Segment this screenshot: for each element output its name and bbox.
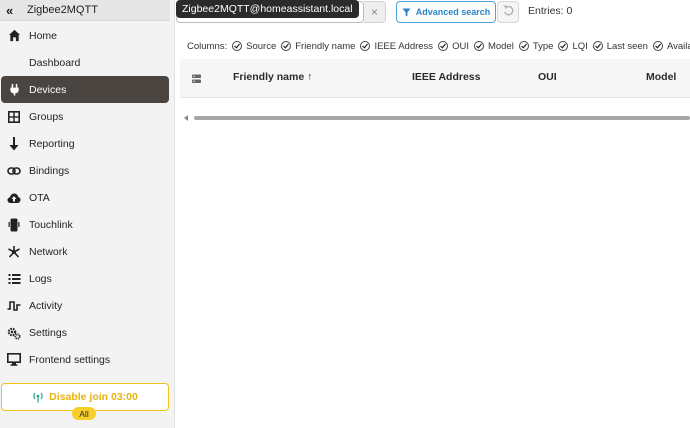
sidebar-item-ota[interactable]: OTA <box>1 184 169 211</box>
sidebar-item-label: Devices <box>29 83 67 96</box>
sidebar-item-touchlink[interactable]: Touchlink <box>1 211 169 238</box>
gears-icon <box>7 326 21 340</box>
sidebar-item-reporting[interactable]: Reporting <box>1 130 169 157</box>
cloud-upload-icon <box>7 191 21 205</box>
grid-icon <box>7 110 21 124</box>
column-toggle-last-seen[interactable]: Last seen <box>592 40 648 52</box>
list-icon <box>7 272 21 286</box>
scroll-left-icon[interactable] <box>184 115 188 121</box>
home-icon <box>7 29 21 43</box>
column-toggle-source[interactable]: Source <box>232 41 276 52</box>
check-icon <box>232 41 243 51</box>
table-horizontal-scrollbar[interactable] <box>180 110 690 126</box>
sidebar-item-devices[interactable]: Devices <box>1 76 169 103</box>
sidebar-item-label: Reporting <box>29 137 75 150</box>
sidebar-item-label: OTA <box>29 191 50 204</box>
collapse-icon[interactable]: « <box>6 4 20 17</box>
scrollbar-thumb[interactable] <box>194 116 690 120</box>
column-header-ieee-address[interactable]: IEEE Address <box>412 71 480 83</box>
devices-table-header: Friendly name ↑ IEEE Address OUI Model <box>180 59 690 98</box>
check-icon <box>360 41 371 51</box>
database-icon[interactable] <box>192 71 201 89</box>
column-toggle-label: Type <box>532 40 554 52</box>
column-toggle-label: Model <box>487 40 514 52</box>
plug-icon <box>7 83 21 97</box>
column-toggle-friendly-name[interactable]: Friendly name <box>281 41 355 52</box>
sidebar: « Zigbee2MQTT Home Dashboard Devices Gro… <box>0 0 175 428</box>
app-title: Zigbee2MQTT <box>27 4 98 16</box>
sidebar-item-label: Bindings <box>29 164 70 177</box>
column-toggle-lqi[interactable]: LQI <box>558 40 588 52</box>
reset-icon <box>503 3 514 21</box>
column-toggle-label: Availability <box>666 40 690 52</box>
app-title-bar[interactable]: « Zigbee2MQTT <box>0 0 170 21</box>
host-tooltip: Zigbee2MQTT@homeassistant.local <box>176 0 359 18</box>
sidebar-item-network[interactable]: Network <box>1 238 169 265</box>
check-icon <box>281 41 292 51</box>
sidebar-item-label: Network <box>29 245 68 258</box>
column-toggle-availability[interactable]: Availability <box>652 40 690 52</box>
sidebar-item-dashboard[interactable]: Dashboard <box>1 49 169 76</box>
check-icon <box>558 41 569 51</box>
pulse-icon <box>7 299 21 313</box>
entries-count: Entries: 0 <box>528 5 573 17</box>
sidebar-item-label: Groups <box>29 110 64 123</box>
sidebar-item-frontend-settings[interactable]: Frontend settings <box>1 346 169 373</box>
column-toggle-label: IEEE Address <box>374 40 434 52</box>
sidebar-item-settings[interactable]: Settings <box>1 319 169 346</box>
sidebar-item-bindings[interactable]: Bindings <box>1 157 169 184</box>
check-icon <box>438 41 449 51</box>
column-toggle-model[interactable]: Model <box>473 40 514 52</box>
filter-icon <box>402 7 411 17</box>
column-toggle-label: Last seen <box>606 40 648 52</box>
advanced-search-label: Advanced search <box>415 7 491 17</box>
sidebar-item-label: Dashboard <box>29 56 81 69</box>
sidebar-nav: Home Dashboard Devices Groups Reporting <box>0 22 174 373</box>
check-icon <box>518 41 529 51</box>
join-target-badge[interactable]: All <box>72 407 96 420</box>
column-toggle-label: OUI <box>452 40 469 52</box>
sidebar-item-activity[interactable]: Activity <box>1 292 169 319</box>
monitor-icon <box>7 353 21 367</box>
antenna-icon <box>32 391 44 403</box>
sidebar-item-label: Activity <box>29 299 63 312</box>
arrow-down-icon <box>7 136 21 151</box>
clear-search-button[interactable]: × <box>364 1 386 23</box>
sidebar-item-label: Home <box>29 29 58 42</box>
check-icon <box>473 41 484 51</box>
sidebar-item-label: Touchlink <box>29 218 73 231</box>
network-icon <box>7 245 21 259</box>
column-header-friendly-name[interactable]: Friendly name ↑ <box>233 71 312 83</box>
disable-join-label: Disable join 03:00 <box>49 391 138 403</box>
column-toggle-ieee-address[interactable]: IEEE Address <box>360 41 433 52</box>
column-toggle-label: Source <box>246 40 277 52</box>
sidebar-item-label: Frontend settings <box>29 353 111 366</box>
sidebar-item-logs[interactable]: Logs <box>1 265 169 292</box>
link-icon <box>7 164 21 178</box>
columns-label: Columns: <box>187 40 228 52</box>
column-toggle-oui[interactable]: OUI <box>438 41 469 52</box>
column-toggle-label: LQI <box>572 40 588 52</box>
sidebar-item-home[interactable]: Home <box>1 22 169 49</box>
mobile-icon <box>7 218 21 232</box>
advanced-search-button[interactable]: Advanced search <box>396 1 496 23</box>
check-icon <box>652 41 663 51</box>
reset-filters-button[interactable] <box>497 1 519 23</box>
column-toggle-type[interactable]: Type <box>518 40 554 52</box>
column-toggle-label: Friendly name <box>295 40 356 52</box>
column-header-model[interactable]: Model <box>646 71 676 83</box>
sidebar-item-groups[interactable]: Groups <box>1 103 169 130</box>
sidebar-item-label: Logs <box>29 272 52 285</box>
column-header-oui[interactable]: OUI <box>538 71 557 83</box>
dashboard-icon <box>7 56 21 70</box>
column-toggles: Columns: Source Friendly name IEEE Addre… <box>187 39 690 53</box>
check-icon <box>592 41 603 51</box>
sidebar-item-label: Settings <box>29 326 67 339</box>
